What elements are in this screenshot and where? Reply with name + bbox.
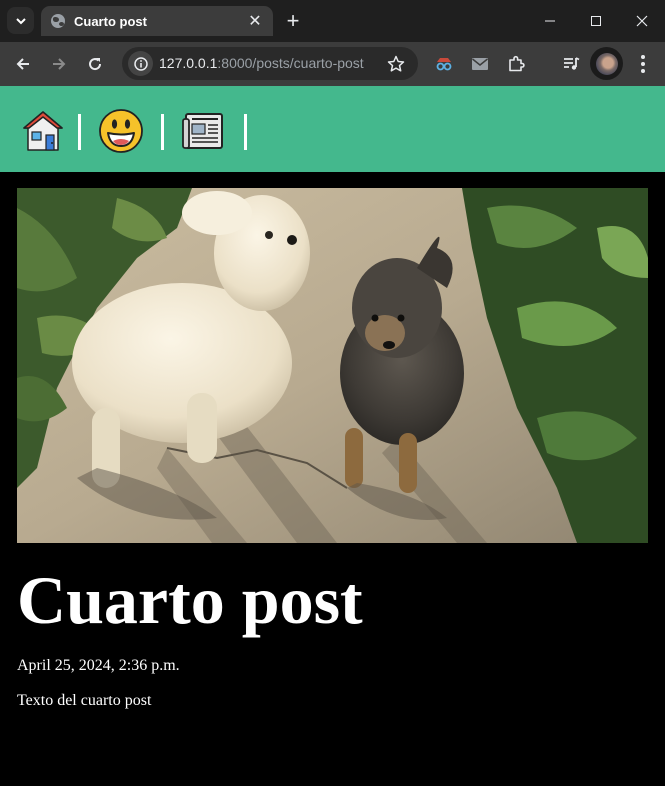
- minimize-icon: [545, 20, 555, 22]
- playlist-music-icon: [564, 57, 580, 70]
- menu-dot: [641, 69, 645, 73]
- mail-icon: [472, 58, 488, 70]
- arrow-right-icon: [53, 58, 66, 70]
- new-tab-button[interactable]: +: [281, 8, 305, 33]
- newspaper-icon: [182, 113, 223, 149]
- url-text[interactable]: 127.0.0.1:8000/posts/cuarto-post: [159, 55, 364, 71]
- post-title: Cuarto post: [17, 562, 363, 638]
- chevron-down-icon: [15, 17, 26, 24]
- browser-toolbar: 127.0.0.1:8000/posts/cuarto-post: [0, 42, 665, 86]
- reload-icon: [89, 58, 102, 71]
- tab-close-button[interactable]: ✕: [247, 11, 263, 31]
- site-navbar: [0, 86, 665, 172]
- nav-link-home[interactable]: [20, 108, 66, 154]
- reload-button[interactable]: [81, 50, 109, 78]
- bookmark-button[interactable]: [385, 53, 407, 75]
- back-button[interactable]: [9, 50, 37, 78]
- post-date: April 25, 2024, 2:36 p.m.: [17, 657, 180, 674]
- two-dogs-photo: [17, 188, 648, 543]
- post-body: Texto del cuarto post: [17, 692, 152, 709]
- smiley-icon: [99, 109, 143, 153]
- url-path: :8000/posts/cuarto-post: [217, 55, 364, 71]
- info-icon: [133, 56, 148, 71]
- extensions-button[interactable]: [505, 53, 527, 75]
- nav-link-posts[interactable]: [181, 108, 227, 154]
- browser-menu-button[interactable]: [632, 51, 654, 77]
- profile-avatar-button[interactable]: [590, 47, 623, 80]
- maximize-icon: [591, 16, 601, 26]
- maximize-button[interactable]: [573, 0, 619, 42]
- globe-icon: [51, 14, 65, 28]
- extension-spy-button[interactable]: [433, 53, 455, 75]
- home-icon: [23, 111, 63, 151]
- close-window-button[interactable]: [619, 0, 665, 42]
- nav-separator: [244, 114, 247, 150]
- menu-dot: [641, 62, 645, 66]
- tab-search-button[interactable]: [7, 7, 34, 34]
- browser-titlebar: Cuarto post ✕ +: [0, 0, 665, 42]
- browser-tab-active[interactable]: Cuarto post ✕: [41, 6, 273, 36]
- media-controls-button[interactable]: [560, 53, 582, 75]
- forward-button[interactable]: [45, 50, 73, 78]
- avatar: [595, 52, 618, 75]
- nav-separator: [78, 114, 81, 150]
- tab-title: Cuarto post: [74, 13, 147, 29]
- menu-dot: [641, 55, 645, 59]
- extension-mail-button[interactable]: [469, 53, 491, 75]
- puzzle-piece-icon: [509, 55, 525, 72]
- post-image: [17, 188, 648, 543]
- close-icon: [636, 15, 648, 27]
- star-icon: [387, 55, 405, 72]
- nav-separator: [161, 114, 164, 150]
- url-host: 127.0.0.1: [159, 55, 218, 71]
- arrow-left-icon: [16, 58, 29, 70]
- nav-link-profile[interactable]: [98, 108, 144, 154]
- incognito-extension-icon: [436, 58, 452, 71]
- site-info-button[interactable]: [128, 51, 153, 76]
- address-bar[interactable]: 127.0.0.1:8000/posts/cuarto-post: [122, 47, 418, 80]
- minimize-button[interactable]: [527, 0, 573, 42]
